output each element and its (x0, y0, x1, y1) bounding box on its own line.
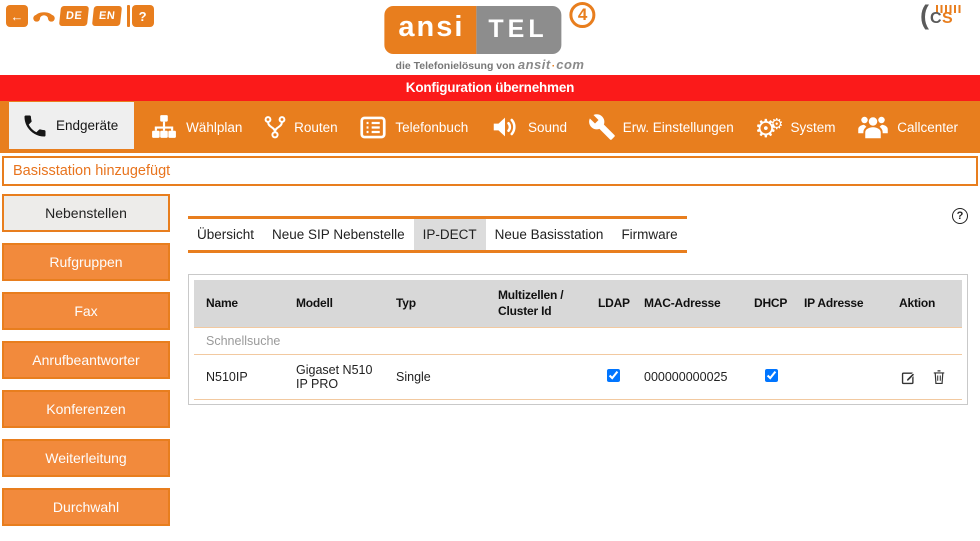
tagline-brand-dot: · (552, 60, 556, 72)
table-header-row: Name Modell Typ Multizellen / Cluster Id… (194, 280, 962, 328)
col-multizellen: Multizellen / Cluster Id (490, 284, 590, 323)
people-icon (856, 112, 890, 142)
tagline-text: die Telefonielösung von (396, 60, 515, 72)
cell-aktion (891, 365, 962, 389)
language-de-flag[interactable]: DE (59, 6, 89, 26)
tab-bar: Übersicht Neue SIP Nebenstelle IP-DECT N… (188, 216, 687, 253)
sidebar: Nebenstellen Rufgruppen Fax Anrufbeantwo… (0, 194, 170, 537)
cell-name: N510IP (194, 366, 288, 388)
nav-item-endgeraete[interactable]: Endgeräte (9, 102, 134, 149)
sidebar-item-rufgruppen[interactable]: Rufgruppen (2, 243, 170, 281)
tab-ip-dect[interactable]: IP-DECT (414, 219, 486, 250)
cell-mac-adresse: 000000000025 (636, 366, 746, 388)
sidebar-item-konferenzen[interactable]: Konferenzen (2, 390, 170, 428)
main-nav: Endgeräte Wählplan Routen Telefonbuch (0, 101, 980, 153)
help-bar (127, 5, 130, 27)
nav-item-erw-einstellungen[interactable]: Erw. Einstellungen (582, 101, 740, 153)
cs-letter-s: S (942, 10, 953, 28)
col-typ: Typ (388, 292, 490, 316)
cs-logo: ( C S (920, 4, 964, 36)
nav-item-routen[interactable]: Routen (257, 101, 344, 153)
nav-item-telefonbuch[interactable]: Telefonbuch (352, 101, 474, 153)
cs-handset-icon: ( (920, 0, 929, 31)
phonebook-icon (358, 114, 388, 141)
status-message: Basisstation hinzugefügt (2, 156, 978, 186)
sidebar-item-weiterleitung[interactable]: Weiterleitung (2, 439, 170, 477)
nav-item-callcenter[interactable]: Callcenter (850, 101, 964, 153)
col-modell: Modell (288, 292, 388, 316)
col-ip-adresse: IP Adresse (796, 292, 891, 316)
logo-tagline: die Telefonielösung von ansit·com (384, 57, 595, 72)
tab-uebersicht[interactable]: Übersicht (188, 219, 263, 250)
cell-ip-adresse (796, 373, 891, 381)
col-ldap: LDAP (590, 292, 636, 316)
nav-label: Erw. Einstellungen (623, 120, 734, 135)
wrench-icon (588, 113, 616, 141)
ldap-checkbox[interactable] (607, 369, 620, 382)
top-header: ← DE EN ? ansiTEL 4 die Telefonielösung … (0, 0, 980, 75)
cell-multizellen (490, 373, 590, 381)
tab-firmware[interactable]: Firmware (612, 219, 686, 250)
sidebar-item-nebenstellen[interactable]: Nebenstellen (2, 194, 170, 232)
quick-search-input[interactable] (206, 334, 917, 348)
cell-ldap (590, 365, 636, 389)
gears-icon: ⚙⚙ (755, 115, 784, 139)
col-aktion: Aktion (891, 292, 962, 316)
sidebar-item-fax[interactable]: Fax (2, 292, 170, 330)
col-name: Name (194, 292, 288, 316)
question-mark-icon: ? (132, 5, 154, 27)
nav-item-system[interactable]: ⚙⚙ System (749, 101, 842, 153)
table-row: N510IP Gigaset N510 IP PRO Single 000000… (194, 355, 962, 400)
phone-icon (21, 112, 49, 140)
nav-label: Telefonbuch (395, 120, 468, 135)
phone-handset-icon[interactable] (33, 5, 55, 27)
nav-label: Endgeräte (56, 118, 118, 133)
tab-neue-basisstation[interactable]: Neue Basisstation (486, 219, 613, 250)
dhcp-checkbox[interactable] (765, 369, 778, 382)
logout-icon[interactable]: ← (6, 5, 28, 27)
context-help-icon[interactable]: ? (952, 208, 968, 224)
content-area: ? Übersicht Neue SIP Nebenstelle IP-DECT… (170, 194, 980, 537)
speaker-icon (489, 112, 521, 142)
ansitel-logo[interactable]: ansiTEL 4 die Telefonielösung von ansit·… (384, 6, 595, 72)
cell-modell: Gigaset N510 IP PRO (288, 359, 388, 395)
logo-ansi: ansi (384, 6, 476, 54)
language-en-flag[interactable]: EN (92, 6, 122, 26)
col-dhcp: DHCP (746, 292, 796, 316)
sidebar-item-durchwahl[interactable]: Durchwahl (2, 488, 170, 526)
nav-item-waehlplan[interactable]: Wählplan (143, 101, 248, 153)
col-mac-adresse: MAC-Adresse (636, 292, 746, 316)
tagline-brand: ansit (518, 57, 551, 72)
logo-tel: TEL (476, 6, 561, 54)
nav-label: Routen (294, 120, 338, 135)
top-toolbar: ← DE EN ? (6, 5, 154, 27)
routes-icon (263, 112, 287, 142)
nav-label: Callcenter (897, 120, 958, 135)
help-book-icon[interactable]: ? (127, 5, 154, 27)
sitemap-icon (149, 114, 179, 140)
nav-label: System (790, 120, 835, 135)
logo-version-badge: 4 (570, 2, 596, 28)
cell-dhcp (746, 365, 796, 389)
quick-search-row (194, 328, 962, 355)
nav-label: Wählplan (186, 120, 242, 135)
edit-icon[interactable] (901, 370, 916, 385)
nav-label: Sound (528, 120, 567, 135)
tagline-brand-suffix: com (556, 57, 584, 72)
cs-letter-c: C (930, 10, 942, 28)
delete-icon[interactable] (932, 369, 946, 385)
tab-neue-sip-nebenstelle[interactable]: Neue SIP Nebenstelle (263, 219, 414, 250)
sidebar-item-anrufbeantworter[interactable]: Anrufbeantworter (2, 341, 170, 379)
apply-configuration-bar[interactable]: Konfiguration übernehmen (0, 75, 980, 101)
cell-typ: Single (388, 366, 490, 388)
nav-item-sound[interactable]: Sound (483, 101, 573, 153)
main-area: Nebenstellen Rufgruppen Fax Anrufbeantwo… (0, 186, 980, 537)
device-table: Name Modell Typ Multizellen / Cluster Id… (188, 274, 968, 405)
